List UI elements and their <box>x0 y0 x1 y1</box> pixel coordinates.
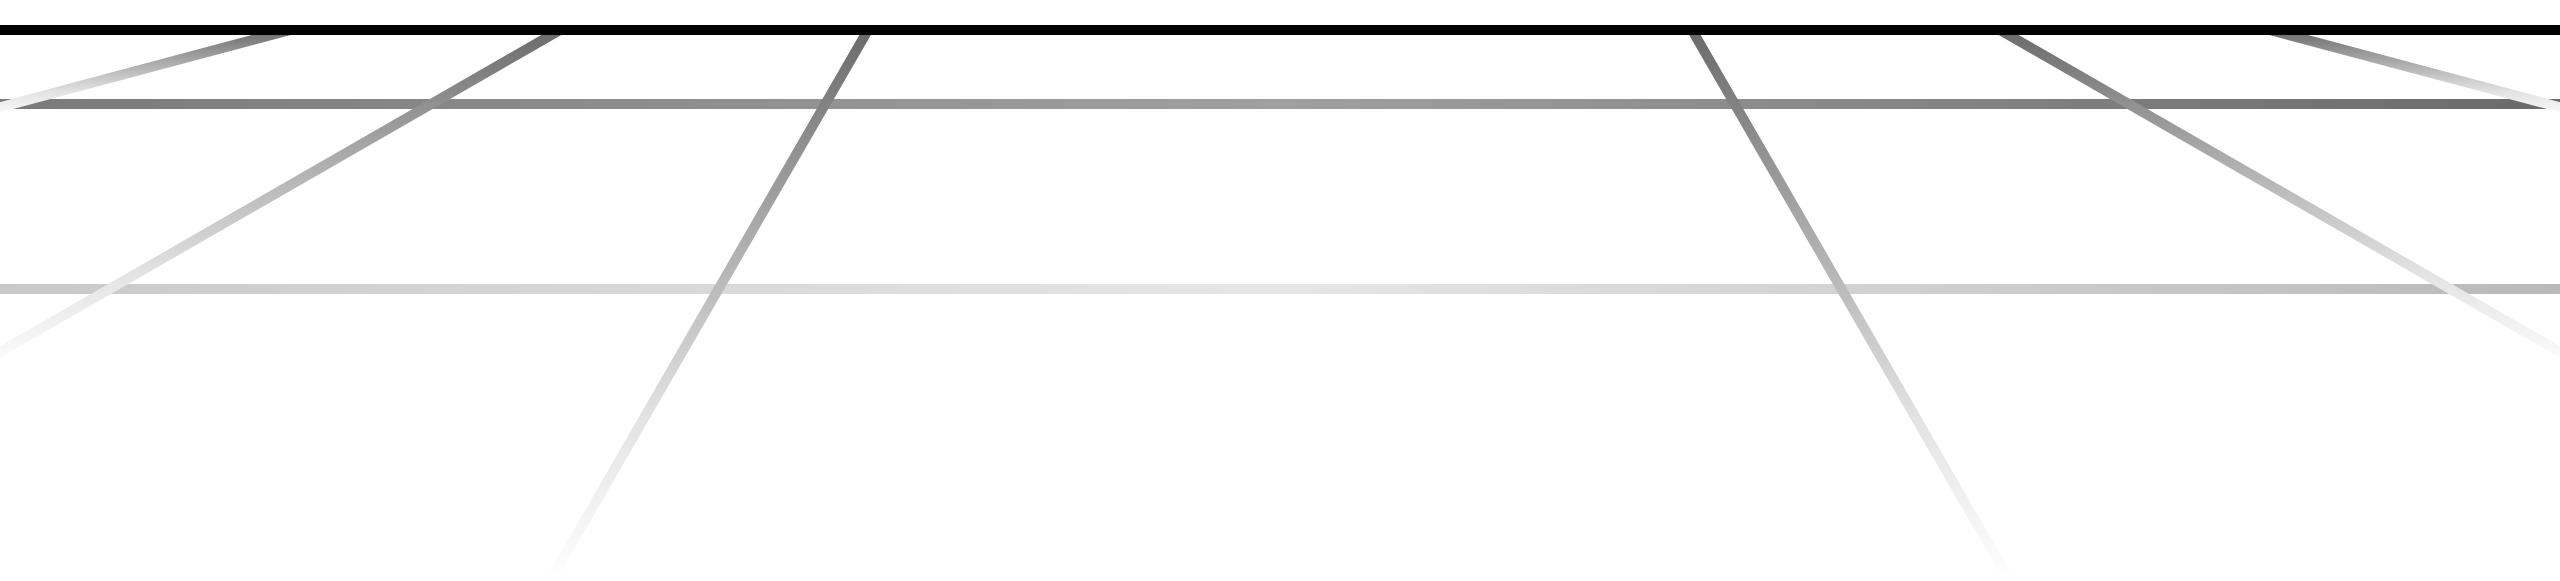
grid-line-left-1 <box>545 27 873 581</box>
grid-horizontal-line-1 <box>0 99 2560 109</box>
perspective-grid-canvas <box>0 0 2560 581</box>
grid-line-right-1 <box>1687 27 2015 581</box>
grid-floor-icon <box>0 25 2560 581</box>
grid-horizontal-line-2 <box>0 284 2560 294</box>
horizon-line <box>0 25 2560 35</box>
